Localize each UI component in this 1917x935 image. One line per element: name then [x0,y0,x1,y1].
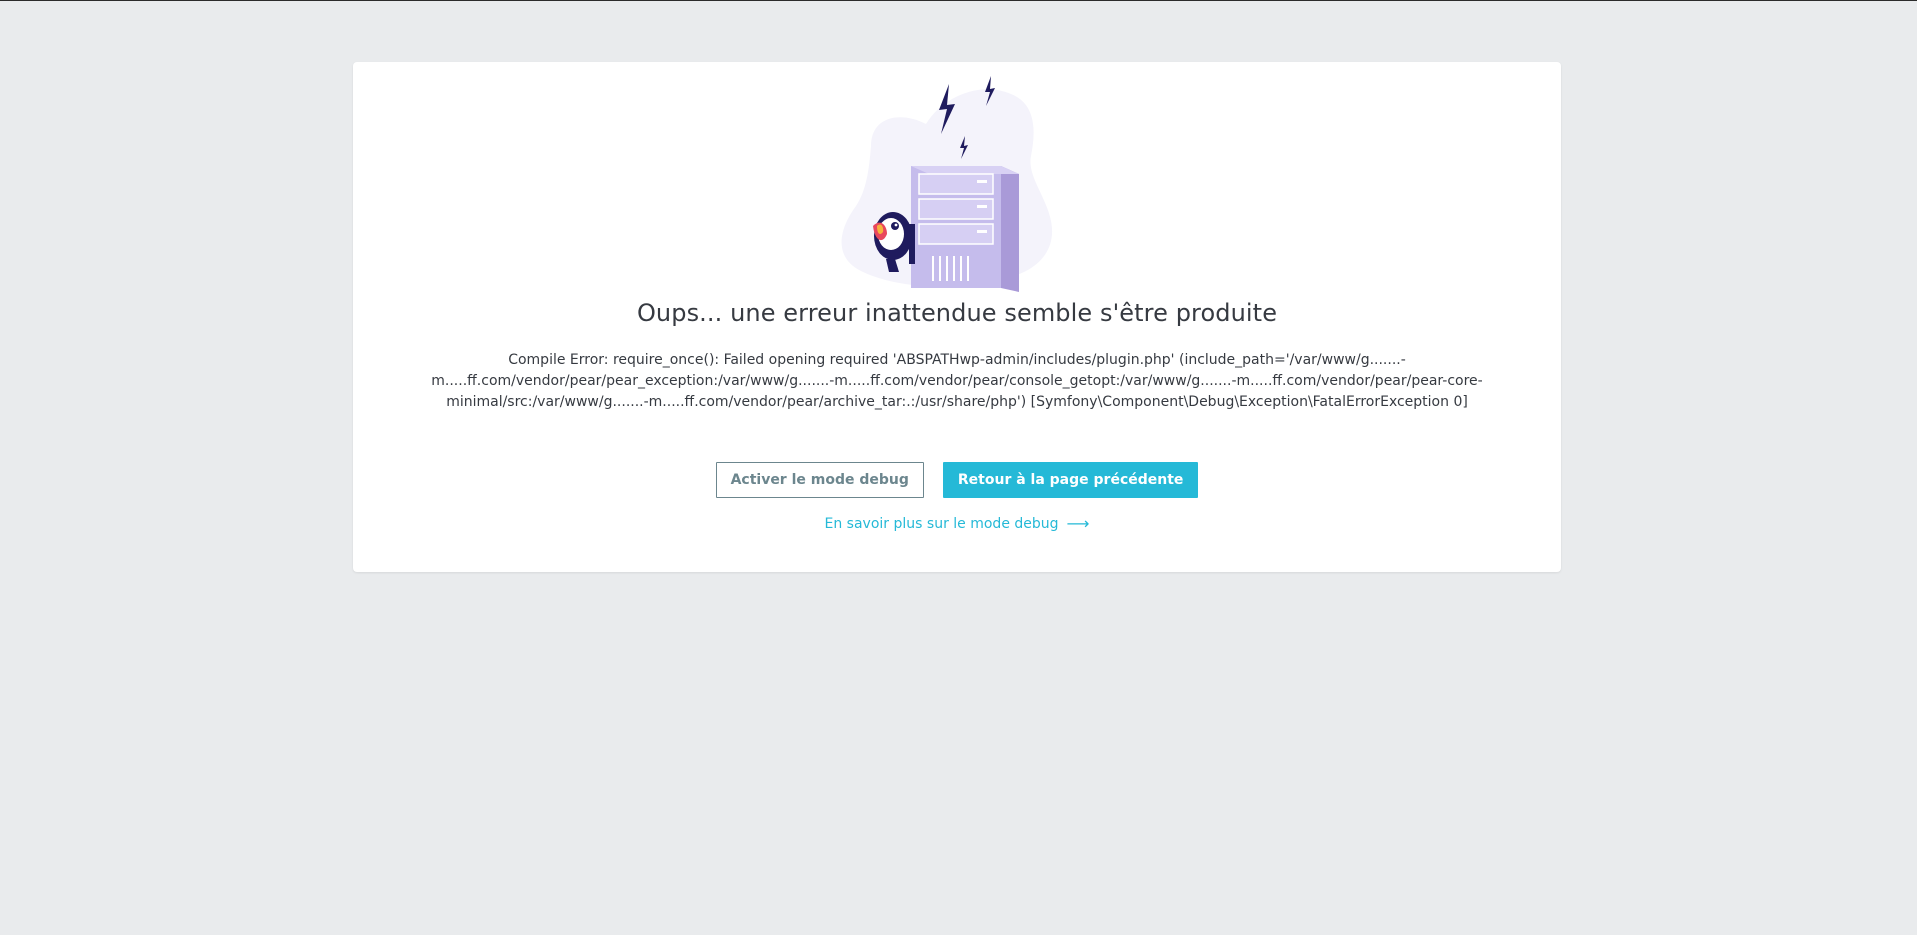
back-to-previous-page-button[interactable]: Retour à la page précédente [942,462,1199,498]
enable-debug-button[interactable]: Activer le mode debug [715,462,924,498]
learn-more-label: En savoir plus sur le mode debug [824,516,1059,532]
error-card: Oups... une erreur inattendue semble s'ê… [353,62,1561,572]
arrow-right-icon: ⟶ [1066,514,1090,533]
window-top-border [0,0,1917,1]
server-error-illustration [841,76,1053,292]
error-message: Compile Error: require_once(): Failed op… [431,352,1483,410]
learn-more-debug-link[interactable]: En savoir plus sur le mode debug ⟶ [353,514,1561,533]
error-title: Oups... une erreur inattendue semble s'ê… [636,299,1278,327]
action-buttons: Activer le mode debug Retour à la page p… [353,462,1561,498]
